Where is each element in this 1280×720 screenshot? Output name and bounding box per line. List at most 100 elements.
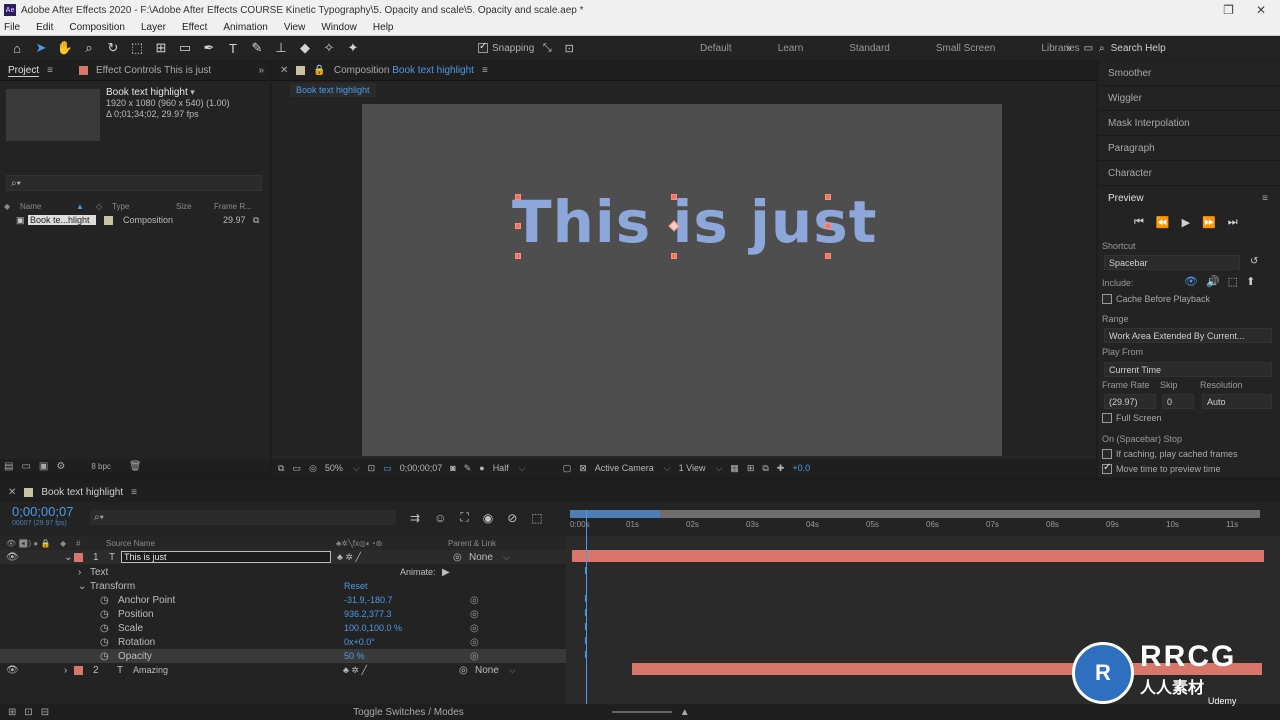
- always-preview-icon[interactable]: ⧉: [278, 463, 284, 474]
- property-value[interactable]: 100.0,100.0 %: [344, 623, 402, 633]
- close-window-icon[interactable]: ✕: [1256, 3, 1266, 17]
- work-area-range[interactable]: [570, 510, 660, 518]
- skip-dropdown[interactable]: 0: [1162, 394, 1194, 409]
- bbox-handle[interactable]: [671, 194, 677, 200]
- resolution-dropdown[interactable]: Half: [493, 463, 555, 474]
- panel-menu-icon[interactable]: ≡: [131, 487, 137, 498]
- expand-chevron-icon[interactable]: ⌄: [64, 552, 74, 563]
- expand-chevron-icon[interactable]: ⌄: [78, 581, 90, 592]
- workspace-small-screen[interactable]: Small Screen: [936, 43, 995, 54]
- col-type[interactable]: Type: [112, 202, 176, 211]
- text-property-group[interactable]: › Text Animate: ▶: [0, 565, 566, 579]
- close-tab-icon[interactable]: ✕: [280, 65, 288, 76]
- bbox-handle[interactable]: [515, 223, 521, 229]
- play-icon[interactable]: ▶: [1182, 216, 1190, 229]
- snapping-checkbox[interactable]: [478, 41, 488, 53]
- stopwatch-icon[interactable]: ◷: [100, 637, 118, 648]
- switches-icons[interactable]: ♣ ✲ ╱: [337, 552, 453, 563]
- next-frame-icon[interactable]: ⏩: [1202, 216, 1216, 229]
- color-depth-label[interactable]: 8 bpc: [91, 462, 111, 471]
- menu-animation[interactable]: Animation: [223, 22, 267, 33]
- camera-tool-icon[interactable]: ⬚: [128, 39, 146, 57]
- pick-whip-icon[interactable]: ◎: [459, 665, 475, 676]
- pick-whip-icon[interactable]: ◎: [453, 552, 469, 563]
- eraser-tool-icon[interactable]: ◆: [296, 39, 314, 57]
- stopwatch-icon[interactable]: ◷: [100, 609, 118, 620]
- last-frame-icon[interactable]: ⏭: [1228, 216, 1238, 229]
- bbox-handle[interactable]: [825, 253, 831, 259]
- expression-icon[interactable]: ◎: [470, 651, 479, 662]
- sort-icon[interactable]: ▲: [76, 202, 96, 211]
- col-frame-rate[interactable]: Frame R...: [214, 202, 252, 211]
- workspace-libraries[interactable]: Libraries: [1041, 43, 1079, 54]
- menu-view[interactable]: View: [284, 22, 306, 33]
- transform-group[interactable]: ⌄ Transform Reset: [0, 579, 566, 593]
- puppet-tool-icon[interactable]: ✦: [344, 39, 362, 57]
- property-value[interactable]: 50 %: [344, 651, 365, 661]
- menu-layer[interactable]: Layer: [141, 22, 166, 33]
- menu-file[interactable]: File: [4, 22, 20, 33]
- bbox-handle[interactable]: [825, 194, 831, 200]
- property-row[interactable]: ◷ Opacity 50 % ◎: [0, 649, 566, 663]
- layer-row[interactable]: 👁 ⌄ 1 T This is just ♣ ✲ ╱ ◎ None: [0, 550, 566, 564]
- workspace-menu-icon[interactable]: ▭: [1084, 43, 1093, 54]
- project-search-input[interactable]: ⌕▾: [6, 175, 262, 191]
- col-size[interactable]: Size: [176, 202, 214, 211]
- interpret-footage-icon[interactable]: ▤: [4, 461, 13, 472]
- mask-icon[interactable]: ◎: [309, 463, 317, 474]
- adjust-icon[interactable]: ⚙: [56, 461, 65, 472]
- panel-menu-icon[interactable]: ≡: [1262, 193, 1268, 204]
- expand-chevron-icon[interactable]: ›: [64, 665, 74, 676]
- flowchart-icon[interactable]: ⧉: [253, 215, 259, 226]
- include-overlay-icon[interactable]: ⬚: [1228, 275, 1238, 288]
- if-caching-option[interactable]: If caching, play cached frames: [1102, 449, 1238, 459]
- comp-timecode[interactable]: 0;00;00;07: [400, 463, 443, 473]
- property-row[interactable]: ◷ Anchor Point -31.9,-180.7 ◎: [0, 593, 566, 607]
- expression-icon[interactable]: ◎: [470, 609, 479, 620]
- graph-icon[interactable]: ⬚: [531, 511, 542, 525]
- motion-blur-icon[interactable]: ◉: [483, 511, 493, 525]
- include-video-icon[interactable]: 👁: [1184, 275, 1198, 288]
- parent-dropdown[interactable]: None: [469, 552, 535, 563]
- property-row[interactable]: ◷ Scale 100.0,100.0 % ◎: [0, 621, 566, 635]
- tab-project[interactable]: Project: [8, 65, 40, 77]
- visibility-icon[interactable]: 👁: [0, 665, 19, 676]
- expression-icon[interactable]: ◎: [470, 623, 479, 634]
- lock-icon[interactable]: 🔒: [313, 65, 325, 76]
- transform-reset[interactable]: Reset: [344, 581, 368, 591]
- menu-edit[interactable]: Edit: [36, 22, 53, 33]
- menu-window[interactable]: Window: [321, 22, 357, 33]
- pan-behind-tool-icon[interactable]: ⊞: [152, 39, 170, 57]
- stopwatch-icon[interactable]: ◷: [100, 595, 118, 606]
- layer-duration-bar[interactable]: [572, 550, 1264, 562]
- workspace-standard[interactable]: Standard: [849, 43, 890, 54]
- bbox-handle[interactable]: [515, 194, 521, 200]
- bbox-handle[interactable]: [515, 253, 521, 259]
- clone-stamp-tool-icon[interactable]: ⊥: [272, 39, 290, 57]
- expand-chevron-icon[interactable]: ›: [78, 567, 90, 578]
- exposure-reset-icon[interactable]: ✚: [777, 463, 785, 474]
- region-icon[interactable]: ▭: [292, 463, 301, 474]
- tab-composition[interactable]: Composition Book text highlight: [334, 65, 474, 76]
- panel-overflow-icon[interactable]: »: [258, 65, 264, 76]
- property-value[interactable]: -31.9,-180.7: [344, 595, 393, 605]
- views-dropdown[interactable]: 1 View: [679, 463, 723, 474]
- roto-brush-tool-icon[interactable]: ✧: [320, 39, 338, 57]
- cache-before-playback[interactable]: Cache Before Playback: [1102, 294, 1210, 304]
- graph-editor-icon[interactable]: ⊘: [507, 511, 517, 525]
- delete-icon[interactable]: 🗑: [129, 461, 142, 472]
- stopwatch-icon[interactable]: ◷: [100, 651, 118, 662]
- shortcut-dropdown[interactable]: Spacebar: [1104, 255, 1240, 270]
- col-parent[interactable]: Parent & Link: [448, 539, 496, 548]
- bbox-handle[interactable]: [825, 223, 831, 229]
- hand-tool-icon[interactable]: ✋: [56, 39, 74, 57]
- color-channel-icon[interactable]: ●: [479, 463, 484, 473]
- composition-viewer[interactable]: This is just: [272, 99, 1096, 459]
- selection-tool-icon[interactable]: ➤: [32, 39, 50, 57]
- menu-composition[interactable]: Composition: [69, 22, 125, 33]
- frame-blending-icon[interactable]: ⛶: [460, 510, 468, 525]
- layer-label-swatch[interactable]: [74, 552, 83, 562]
- comp-text-layer[interactable]: This is just: [512, 188, 877, 256]
- include-audio-icon[interactable]: 🔊: [1206, 275, 1220, 288]
- frame-rate-dropdown[interactable]: (29.97): [1104, 394, 1156, 409]
